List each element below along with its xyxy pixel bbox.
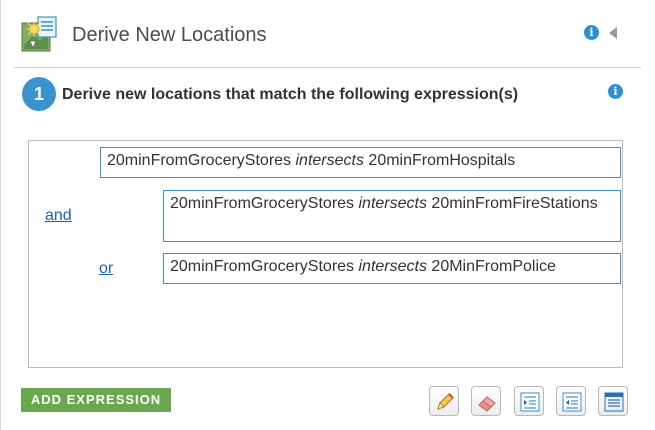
header-divider [14,67,641,68]
list-icon[interactable] [598,386,628,416]
expression-row[interactable]: 20minFromGroceryStores intersects 20minF… [163,190,621,242]
step-instruction: Derive new locations that match the foll… [62,86,519,103]
expression-layer2: 20minFromHospitals [368,152,516,169]
expression-layer2: 20MinFromPolice [431,258,556,275]
expression-row[interactable]: 20minFromGroceryStores intersects 20MinF… [163,253,621,284]
expression-relation: intersects [358,258,427,275]
expression-layer2: 20minFromFireStations [431,195,598,212]
outdent-icon[interactable] [556,386,586,416]
info-icon[interactable]: i [608,84,623,99]
expression-relation: intersects [295,152,364,169]
operator-link-and[interactable]: and [45,207,72,225]
panel-header: Derive New Locations i [0,0,655,68]
indent-icon[interactable] [514,386,544,416]
expression-layer1: 20minFromGroceryStores [107,152,292,169]
expression-layer1: 20minFromGroceryStores [170,258,355,275]
info-icon[interactable]: i [584,25,599,40]
step-number-badge: 1 [22,77,56,111]
expression-list: 20minFromGroceryStores intersects 20minF… [28,140,623,368]
collapse-left-icon[interactable] [609,27,617,39]
derive-locations-icon [20,15,60,55]
expression-relation: intersects [358,195,427,212]
eraser-icon[interactable] [471,386,501,416]
expression-layer1: 20minFromGroceryStores [170,195,355,212]
expression-row[interactable]: 20minFromGroceryStores intersects 20minF… [100,147,621,178]
edit-pencil-icon[interactable] [429,386,459,416]
operator-link-or[interactable]: or [99,260,113,278]
add-expression-button[interactable]: ADD EXPRESSION [21,388,171,412]
panel-title: Derive New Locations [72,24,267,46]
